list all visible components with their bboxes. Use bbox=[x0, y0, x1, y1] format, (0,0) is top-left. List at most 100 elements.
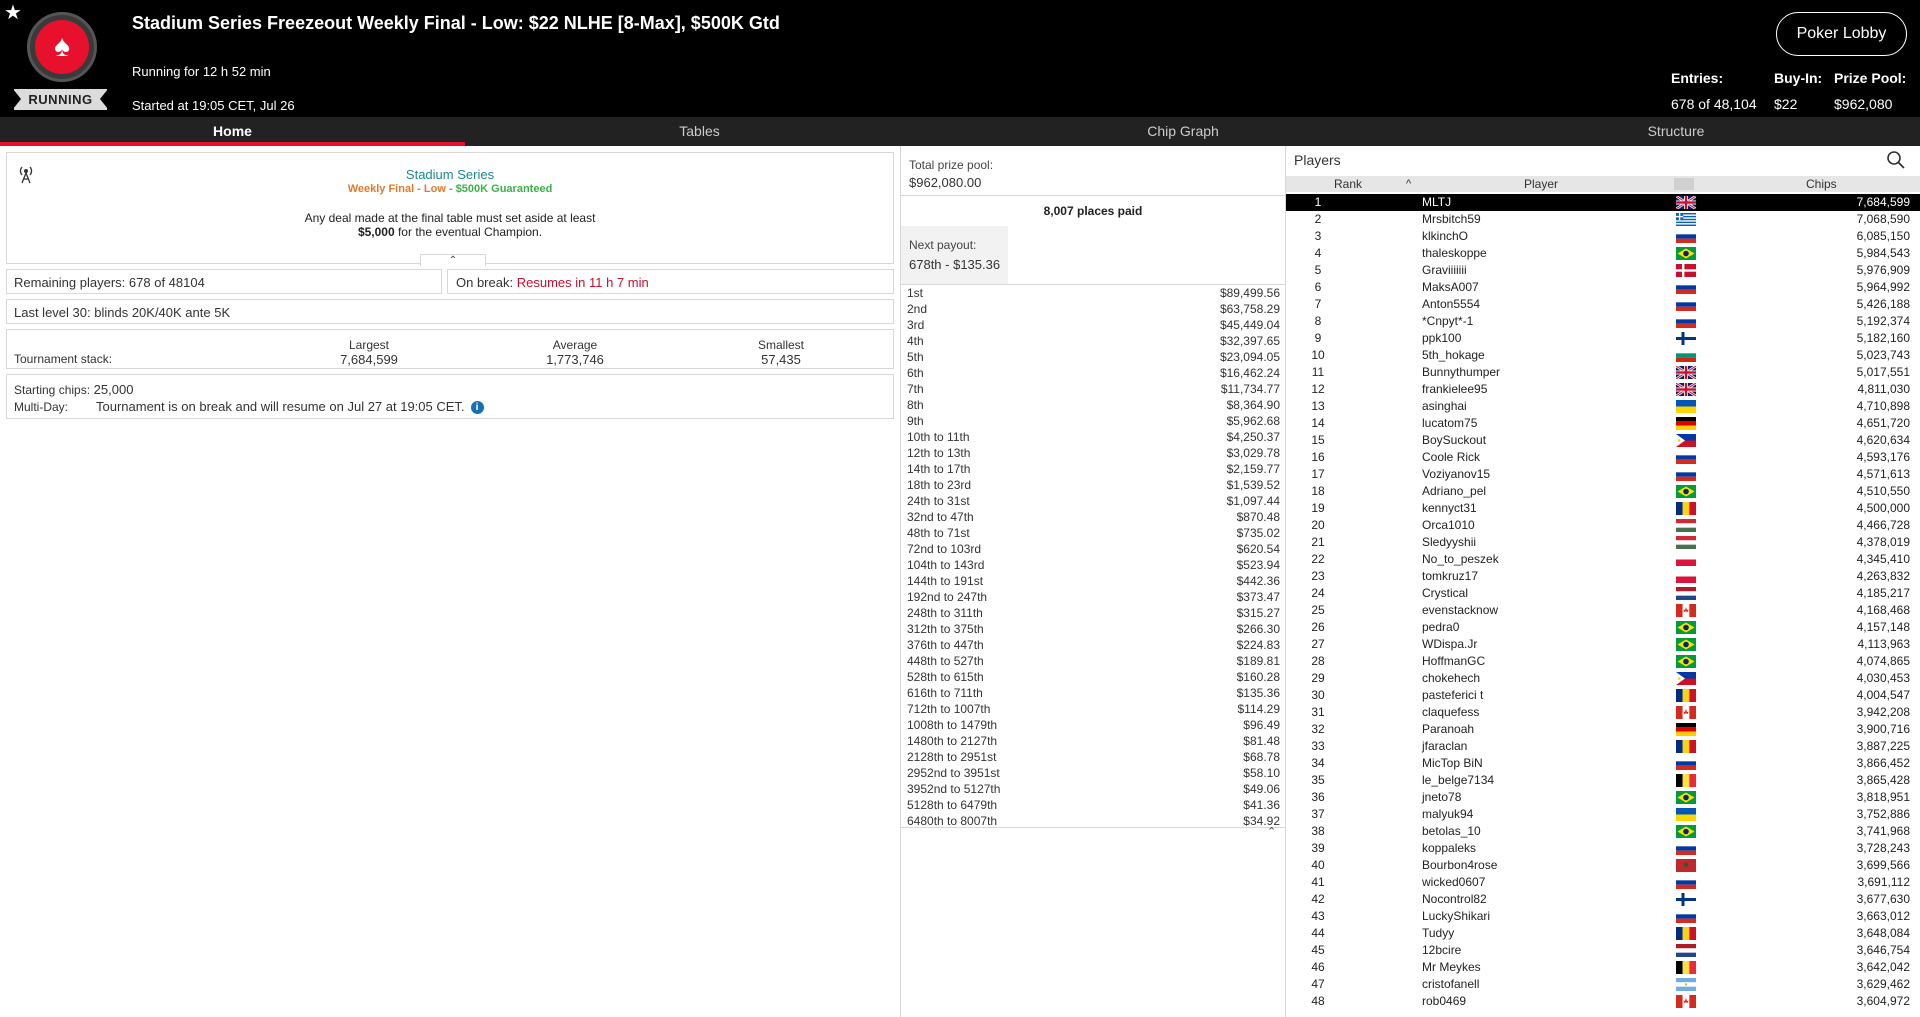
player-row[interactable]: 13 asinghai 4,710,898 bbox=[1286, 398, 1920, 415]
flag-column-icon[interactable] bbox=[1674, 178, 1694, 190]
payout-place: 144th to 191st bbox=[907, 574, 984, 588]
payout-place: 7th bbox=[907, 382, 924, 396]
remaining-value: 678 of 48104 bbox=[128, 275, 205, 290]
player-row[interactable]: 39 koppaleks 3,728,243 bbox=[1286, 840, 1920, 857]
chevron-up-icon[interactable]: ⌃ bbox=[1267, 825, 1276, 838]
player-row[interactable]: 19 kennyct31 4,500,000 bbox=[1286, 500, 1920, 517]
player-row[interactable]: 22 No_to_peszek 4,345,410 bbox=[1286, 551, 1920, 568]
player-row[interactable]: 34 MicTop BiN 3,866,452 bbox=[1286, 755, 1920, 772]
payout-row: 32nd to 47th $870.48 bbox=[901, 509, 1285, 525]
player-row[interactable]: 24 Crystical 4,185,217 bbox=[1286, 585, 1920, 602]
poker-lobby-button[interactable]: Poker Lobby bbox=[1776, 12, 1907, 56]
player-row[interactable]: 37 malyuk94 3,752,886 bbox=[1286, 806, 1920, 823]
player-row[interactable]: 36 jneto78 3,818,951 bbox=[1286, 789, 1920, 806]
largest-value: 7,684,599 bbox=[340, 352, 398, 367]
player-row[interactable]: 3 klkinchO 6,085,150 bbox=[1286, 228, 1920, 245]
player-row[interactable]: 29 chokehech 4,030,453 bbox=[1286, 670, 1920, 687]
player-row[interactable]: 27 WDispa.Jr 4,113,963 bbox=[1286, 636, 1920, 653]
player-chips: 4,113,963 bbox=[1857, 637, 1911, 651]
player-row[interactable]: 38 betolas_10 3,741,968 bbox=[1286, 823, 1920, 840]
player-row[interactable]: 28 HoffmanGC 4,074,865 bbox=[1286, 653, 1920, 670]
player-row[interactable]: 5 Graviiiiiii 5,976,909 bbox=[1286, 262, 1920, 279]
player-rank: 20 bbox=[1311, 518, 1325, 532]
player-rank: 41 bbox=[1311, 875, 1325, 889]
player-row[interactable]: 6 MaksA007 5,964,992 bbox=[1286, 279, 1920, 296]
player-row[interactable]: 25 evenstacknow 4,168,468 bbox=[1286, 602, 1920, 619]
promo-deal-amount: $5,000 bbox=[357, 225, 395, 239]
payout-row: 192nd to 247th $373.47 bbox=[901, 589, 1285, 605]
player-row[interactable]: 18 Adriano_pel 4,510,550 bbox=[1286, 483, 1920, 500]
tab-chip-graph[interactable]: Chip Graph bbox=[934, 117, 1432, 146]
player-row[interactable]: 17 Voziyanov15 4,571,613 bbox=[1286, 466, 1920, 483]
payout-amount: $870.48 bbox=[1236, 510, 1280, 524]
player-rank: 16 bbox=[1311, 450, 1325, 464]
promo-collapse-button[interactable]: ⌃ bbox=[420, 254, 486, 266]
player-row[interactable]: 48 rob0469 3,604,972 bbox=[1286, 993, 1920, 1010]
sort-asc-icon[interactable]: ^ bbox=[1406, 176, 1411, 192]
player-row[interactable]: 43 LuckyShikari 3,663,012 bbox=[1286, 908, 1920, 925]
player-row[interactable]: 1 MLTJ 7,684,599 bbox=[1286, 194, 1920, 211]
player-row[interactable]: 33 jfaraclan 3,887,225 bbox=[1286, 738, 1920, 755]
info-icon[interactable]: i bbox=[470, 401, 484, 414]
player-row[interactable]: 44 Tudyy 3,648,084 bbox=[1286, 925, 1920, 942]
payout-row: 7th $11,734.77 bbox=[901, 381, 1285, 397]
player-rank: 34 bbox=[1311, 756, 1325, 770]
player-row[interactable]: 2 Mrsbitch59 7,068,590 bbox=[1286, 211, 1920, 228]
player-row[interactable]: 20 Orca1010 4,466,728 bbox=[1286, 517, 1920, 534]
player-row[interactable]: 42 Nocontrol82 3,677,630 bbox=[1286, 891, 1920, 908]
player-row[interactable]: 10 5th_hokage 5,023,743 bbox=[1286, 347, 1920, 364]
player-column-header[interactable]: Player bbox=[1524, 176, 1558, 192]
player-row[interactable]: 21 Sledyyshii 4,378,019 bbox=[1286, 534, 1920, 551]
payout-place: 528th to 615th bbox=[907, 670, 984, 684]
player-row[interactable]: 45 12bcire 3,646,754 bbox=[1286, 942, 1920, 959]
player-row[interactable]: 31 claquefess 3,942,208 bbox=[1286, 704, 1920, 721]
player-row[interactable]: 14 lucatom75 4,651,720 bbox=[1286, 415, 1920, 432]
payout-row: 3952nd to 5127th $49.06 bbox=[901, 781, 1285, 797]
country-flag-icon bbox=[1676, 519, 1696, 532]
player-row[interactable]: 8 *Cnpyt*-1 5,192,374 bbox=[1286, 313, 1920, 330]
buyin-value: $22 bbox=[1774, 96, 1798, 112]
country-flag-icon bbox=[1676, 604, 1696, 617]
country-flag-icon bbox=[1676, 842, 1696, 855]
country-flag-icon bbox=[1676, 621, 1696, 634]
player-chips: 3,691,112 bbox=[1857, 875, 1911, 889]
country-flag-icon bbox=[1676, 502, 1696, 515]
player-name: pedra0 bbox=[1422, 620, 1460, 634]
player-row[interactable]: 15 BoySuckout 4,620,634 bbox=[1286, 432, 1920, 449]
starting-chips-box: Starting chips: 25,000 Multi-Day: Tourna… bbox=[6, 374, 894, 419]
player-row[interactable]: 23 tomkruz17 4,263,832 bbox=[1286, 568, 1920, 585]
favorite-star-icon[interactable]: ★ bbox=[4, 3, 22, 23]
tab-tables[interactable]: Tables bbox=[465, 117, 934, 146]
player-chips: 4,185,217 bbox=[1856, 586, 1910, 600]
player-chips: 4,263,832 bbox=[1856, 569, 1910, 583]
player-rank: 21 bbox=[1311, 535, 1325, 549]
rank-column-header[interactable]: Rank bbox=[1286, 176, 1410, 192]
player-row[interactable]: 12 frankielee95 4,811,030 bbox=[1286, 381, 1920, 398]
chips-column-header[interactable]: Chips bbox=[1806, 176, 1837, 192]
player-row[interactable]: 7 Anton5554 5,426,188 bbox=[1286, 296, 1920, 313]
payout-place: 8th bbox=[907, 398, 924, 412]
player-row[interactable]: 35 le_belge7134 3,865,428 bbox=[1286, 772, 1920, 789]
player-row[interactable]: 46 Mr Meykes 3,642,042 bbox=[1286, 959, 1920, 976]
player-rank: 7 bbox=[1314, 297, 1322, 311]
search-icon[interactable] bbox=[1886, 150, 1906, 170]
player-row[interactable]: 16 Coole Rick 4,593,176 bbox=[1286, 449, 1920, 466]
entries-value: 678 of 48,104 bbox=[1671, 96, 1757, 112]
player-row[interactable]: 4 thaleskoppe 5,984,543 bbox=[1286, 245, 1920, 262]
player-rank: 8 bbox=[1314, 314, 1322, 328]
player-chips: 4,651,720 bbox=[1856, 416, 1910, 430]
player-row[interactable]: 47 cristofanell 3,629,462 bbox=[1286, 976, 1920, 993]
payout-place: 616th to 711th bbox=[907, 686, 983, 700]
entries-label: Entries: bbox=[1671, 70, 1724, 86]
tab-structure[interactable]: Structure bbox=[1432, 117, 1920, 146]
tab-home[interactable]: Home bbox=[0, 117, 465, 146]
player-row[interactable]: 30 pasteferici t 4,004,547 bbox=[1286, 687, 1920, 704]
payout-row: 6th $16,462.24 bbox=[901, 365, 1285, 381]
player-row[interactable]: 32 Paranoah 3,900,716 bbox=[1286, 721, 1920, 738]
player-row[interactable]: 9 ppk100 5,182,160 bbox=[1286, 330, 1920, 347]
player-row[interactable]: 11 Bunnythumper 5,017,551 bbox=[1286, 364, 1920, 381]
player-row[interactable]: 26 pedra0 4,157,148 bbox=[1286, 619, 1920, 636]
player-row[interactable]: 40 Bourbon4rose 3,699,566 bbox=[1286, 857, 1920, 874]
payout-amount: $11,734.77 bbox=[1220, 382, 1280, 396]
player-row[interactable]: 41 wicked0607 3,691,112 bbox=[1286, 874, 1920, 891]
